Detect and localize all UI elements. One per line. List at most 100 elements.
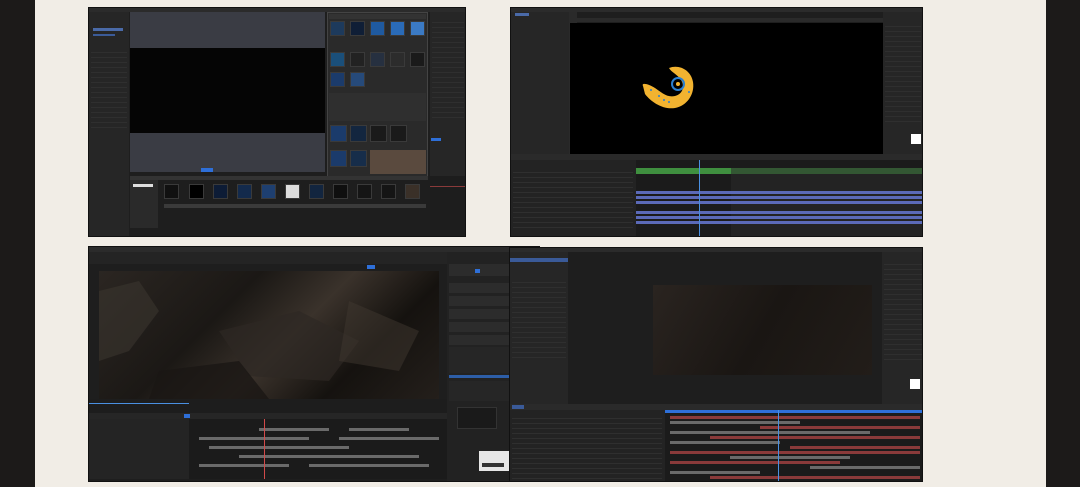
project-tree [512, 278, 566, 358]
layer-bar-5[interactable] [636, 216, 922, 219]
layer-bar-7[interactable] [790, 446, 920, 449]
strip-thumb-11[interactable] [405, 184, 420, 199]
layer-rows [512, 414, 662, 481]
preset-thumb-5[interactable] [410, 21, 425, 36]
layer-bar-8[interactable] [670, 451, 920, 454]
project-tab[interactable] [515, 13, 529, 16]
screenshot-logo-animation [510, 7, 923, 237]
viewer-toolbar[interactable] [89, 252, 447, 264]
layer-bar-6[interactable] [670, 441, 780, 444]
strip-thumb-10[interactable] [381, 184, 396, 199]
strip-active-tab[interactable] [201, 168, 213, 172]
preset-details [329, 93, 426, 121]
project-highlight [93, 28, 123, 31]
preset-thumb-18[interactable] [350, 150, 367, 167]
preset-texture-area [370, 150, 426, 174]
preview-swatch[interactable] [910, 379, 920, 389]
playhead[interactable] [778, 410, 779, 481]
preset-thumb-9[interactable] [390, 52, 405, 67]
layer-bar-12[interactable] [670, 471, 760, 474]
preset-thumb-13[interactable] [330, 125, 347, 142]
project-panel [511, 12, 569, 160]
preset-thumb-15[interactable] [370, 125, 387, 142]
preset-thumb-12[interactable] [350, 72, 365, 87]
logo-viewer-canvas[interactable] [570, 23, 883, 154]
clip-1[interactable] [259, 428, 329, 431]
preset-thumb-3[interactable] [370, 21, 385, 36]
notification-button[interactable] [482, 463, 504, 467]
preset-tabs[interactable] [329, 14, 426, 19]
footage-texture [99, 281, 419, 399]
viewer-tabs[interactable] [569, 18, 883, 22]
strip-thumb-3[interactable] [213, 184, 228, 199]
effects-selected[interactable] [431, 138, 441, 141]
strip-categories [130, 180, 158, 228]
preset-thumb-6[interactable] [330, 52, 345, 67]
swirl-logo-icon [642, 66, 694, 109]
scrub-progress[interactable] [89, 403, 189, 404]
preset-thumb-1[interactable] [330, 21, 345, 36]
clip-7[interactable] [199, 464, 289, 467]
project-highlight-2 [93, 34, 115, 36]
view-mode-toggle[interactable] [367, 265, 375, 269]
viewer-canvas[interactable] [130, 48, 325, 133]
layer-bar-5[interactable] [710, 436, 920, 439]
preset-thumb-2[interactable] [350, 21, 365, 36]
strip-thumb-5[interactable] [261, 184, 276, 199]
layer-bar-2[interactable] [636, 196, 922, 199]
layer-bar-2[interactable] [670, 421, 800, 424]
strip-category-selected[interactable] [133, 184, 153, 187]
clip-3[interactable] [199, 437, 309, 440]
layer-bar-4[interactable] [670, 431, 870, 434]
strip-thumb-2[interactable] [189, 184, 204, 199]
comp-tab-active[interactable] [512, 405, 524, 409]
strip-thumb-6[interactable] [285, 184, 300, 199]
time-ruler[interactable] [665, 410, 922, 413]
preset-thumb-10[interactable] [410, 52, 425, 67]
strip-thumb-8[interactable] [333, 184, 348, 199]
layer-bar-10[interactable] [670, 461, 840, 464]
preset-thumb-17[interactable] [330, 150, 347, 167]
project-tree [91, 48, 127, 128]
preset-thumb-4[interactable] [390, 21, 405, 36]
timeline-tool-active[interactable] [184, 414, 190, 418]
preset-thumb-14[interactable] [350, 125, 367, 142]
playhead[interactable] [699, 160, 700, 236]
dark-composition-canvas[interactable] [653, 285, 872, 375]
preset-thumb-11[interactable] [330, 72, 345, 87]
layer-bar-9[interactable] [730, 456, 850, 459]
preset-thumb-16[interactable] [390, 125, 407, 142]
transport-bar[interactable] [89, 399, 447, 413]
playhead[interactable] [264, 419, 265, 479]
layer-bar-1[interactable] [670, 416, 920, 419]
effects-list [884, 260, 922, 360]
clip-6[interactable] [239, 455, 419, 458]
strip-header [130, 176, 428, 180]
clip-4[interactable] [339, 437, 439, 440]
layer-bar-11[interactable] [810, 466, 920, 469]
strip-thumb-7[interactable] [309, 184, 324, 199]
layer-bar-6[interactable] [636, 221, 922, 224]
layer-bar-3[interactable] [636, 201, 922, 204]
clip-8[interactable] [309, 464, 429, 467]
clip-5[interactable] [209, 446, 349, 449]
mini-timeline-line [430, 186, 465, 187]
strip-thumb-9[interactable] [357, 184, 372, 199]
inspector-tool-active[interactable] [475, 269, 480, 273]
preset-thumb-8[interactable] [370, 52, 385, 67]
layer-bar-4[interactable] [636, 211, 922, 214]
strip-labels [164, 204, 426, 208]
layer-bar-13[interactable] [710, 476, 920, 479]
project-selected[interactable] [510, 258, 568, 262]
preview-swatch[interactable] [911, 134, 921, 144]
screenshot-effect-browser [88, 7, 466, 237]
layer-bar-3[interactable] [760, 426, 920, 429]
effects-list [885, 22, 921, 122]
screenshot-dark-composition [509, 247, 923, 482]
strip-thumb-4[interactable] [237, 184, 252, 199]
clip-2[interactable] [349, 428, 409, 431]
preview-box [457, 407, 497, 429]
strip-thumb-1[interactable] [164, 184, 179, 199]
layer-bar-1[interactable] [636, 191, 922, 194]
preset-thumb-7[interactable] [350, 52, 365, 67]
